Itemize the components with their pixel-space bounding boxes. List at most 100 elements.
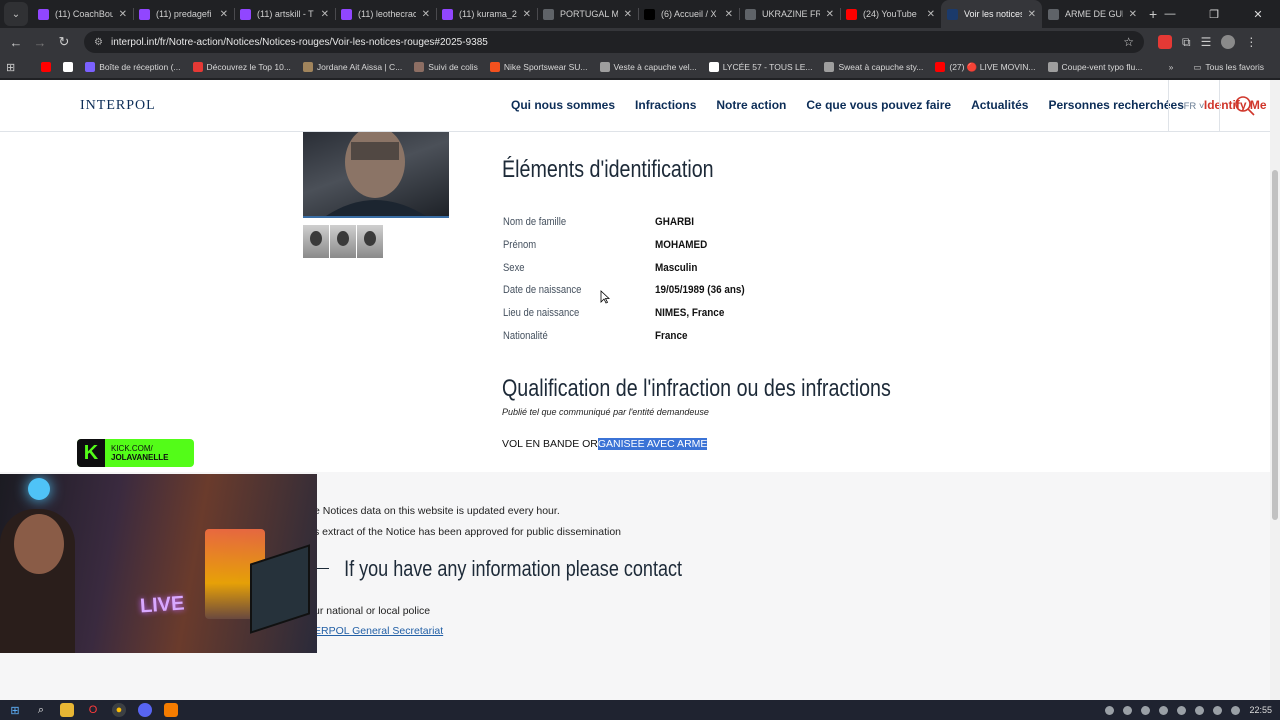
opera-gx-icon[interactable]: O <box>86 703 100 717</box>
bookmark-label: Suivi de colis <box>428 62 478 72</box>
page-scrollbar[interactable] <box>1270 80 1280 700</box>
tray-icon[interactable] <box>1195 705 1205 715</box>
language-selector[interactable]: FR ˅ <box>1168 80 1220 132</box>
bookmark-item[interactable]: Découvrez le Top 10... <box>187 62 297 73</box>
back-button[interactable]: ← <box>4 35 28 50</box>
bookmark-item[interactable] <box>35 62 57 73</box>
police-note: ur national or local police <box>314 605 431 617</box>
app-icon[interactable] <box>164 703 178 717</box>
maximize-button[interactable]: ❐ <box>1192 8 1236 21</box>
bookmark-item[interactable]: Nike Sportswear SU... <box>484 62 594 73</box>
close-tab-icon[interactable]: ✕ <box>624 9 632 20</box>
tab-title: (11) artskill - T <box>257 9 314 19</box>
browser-tab[interactable]: (11) CoachBou ✕ <box>32 0 133 28</box>
bookmark-item[interactable]: Jordane Ait Aissa | C... <box>297 62 408 73</box>
photo-thumbnail[interactable] <box>303 225 329 258</box>
search-icon[interactable] <box>1234 95 1256 117</box>
wanted-person-photo[interactable] <box>303 132 449 218</box>
profile-avatar[interactable] <box>1221 35 1236 49</box>
windows-start-icon[interactable]: ⊞ <box>8 703 22 717</box>
apps-grid-icon[interactable]: ⊞ <box>6 61 15 74</box>
browser-tab[interactable]: UKRAZINE FRA ✕ <box>739 0 840 28</box>
chrome-icon <box>1048 8 1059 20</box>
tray-icon[interactable] <box>1105 705 1115 715</box>
bookmark-item[interactable]: (27) 🔴 LIVE MOVIN... <box>929 62 1041 73</box>
bookmark-item[interactable] <box>57 62 79 73</box>
clock[interactable]: 22:55 <box>1249 705 1272 715</box>
general-secretariat-link[interactable]: ERPOL General Secretariat <box>314 625 443 637</box>
tray-icon[interactable] <box>1177 705 1187 715</box>
close-tab-icon[interactable]: ✕ <box>220 9 228 20</box>
nav-item-infractions[interactable]: Infractions <box>635 98 696 112</box>
all-bookmarks-button[interactable]: ▭ Tous les favoris <box>1187 62 1270 73</box>
photo-thumbnail[interactable] <box>330 225 356 258</box>
close-tab-icon[interactable]: ✕ <box>422 9 430 20</box>
browser-tab[interactable]: (6) Accueil / X ✕ <box>638 0 739 28</box>
tray-icon[interactable] <box>1231 705 1241 715</box>
scrollbar-thumb[interactable] <box>1272 170 1278 520</box>
person-photo-image <box>326 132 426 216</box>
tray-icon[interactable] <box>1141 705 1151 715</box>
extension-icon[interactable] <box>1158 35 1172 49</box>
bookmark-item[interactable]: Boîte de réception (... <box>79 62 186 73</box>
close-tab-icon[interactable]: ✕ <box>826 9 834 20</box>
browser-tab[interactable]: Voir les notices ✕ <box>941 0 1042 28</box>
browser-menu-icon[interactable]: ⋮ <box>1245 35 1257 49</box>
close-tab-icon[interactable]: ✕ <box>1028 9 1036 20</box>
search-icon[interactable]: ⌕ <box>34 703 48 717</box>
extensions-puzzle-icon[interactable]: ⧉ <box>1182 35 1191 50</box>
close-tab-icon[interactable]: ✕ <box>725 9 733 20</box>
browser-tab[interactable]: (11) artskill - T ✕ <box>234 0 335 28</box>
reading-list-icon[interactable]: ☰ <box>1201 35 1212 49</box>
tray-icon[interactable] <box>1213 705 1223 715</box>
photo-thumbnail[interactable] <box>357 225 383 258</box>
tray-icon[interactable] <box>1159 705 1169 715</box>
browser-tab[interactable]: ARME DE GUE ✕ <box>1042 0 1143 28</box>
field-label: Nom de famille <box>503 216 567 229</box>
forward-button[interactable]: → <box>28 35 52 50</box>
close-tab-icon[interactable]: ✕ <box>1129 9 1137 20</box>
close-tab-icon[interactable]: ✕ <box>927 9 935 20</box>
bookmark-item[interactable]: Suivi de colis <box>408 62 484 73</box>
bookmark-label: LYCÉE 57 - TOUS LE... <box>722 62 813 72</box>
bookmark-item[interactable]: Veste à capuche vel... <box>594 62 703 73</box>
site-info-icon[interactable]: ⚙ <box>94 37 103 48</box>
nav-item-actualites[interactable]: Actualités <box>971 98 1028 112</box>
close-tab-icon[interactable]: ✕ <box>321 9 329 20</box>
youtube-icon <box>935 62 946 72</box>
nav-item-personnes-recherchees[interactable]: Personnes recherchées <box>1048 98 1183 112</box>
bookmark-item[interactable]: Sweat à capuche sty... <box>818 62 929 73</box>
chrome-icon[interactable]: ● <box>112 703 126 717</box>
main-nav: Qui nous sommes Infractions Notre action… <box>511 98 1270 112</box>
photo-thumbnails <box>303 225 383 258</box>
bookmark-item[interactable]: LYCÉE 57 - TOUS LE... <box>703 62 819 73</box>
file-explorer-icon[interactable] <box>60 703 74 717</box>
browser-tab[interactable]: (11) kurama_2 ✕ <box>436 0 537 28</box>
bookmark-star-icon[interactable]: ☆ <box>1123 35 1134 49</box>
more-bookmarks-icon[interactable]: » <box>1169 62 1174 72</box>
bookmarks-bar: ⊞ Boîte de réception (... Découvrez le To… <box>0 56 1280 78</box>
bookmark-item[interactable]: Coupe-vent typo flu... <box>1042 62 1149 73</box>
close-tab-icon[interactable]: ✕ <box>523 9 531 20</box>
minimize-button[interactable]: — <box>1148 8 1192 20</box>
tray-icon[interactable] <box>1123 705 1133 715</box>
kick-channel-badge: K KICK.COM/ JOLAVANELLE <box>77 439 194 467</box>
reload-button[interactable]: ↻ <box>52 34 76 50</box>
field-row: Sexe Masculin <box>503 256 755 279</box>
browser-tab[interactable]: (11) predagefi ✕ <box>133 0 234 28</box>
nav-item-ce-que-vous-pouvez-faire[interactable]: Ce que vous pouvez faire <box>806 98 951 112</box>
identification-heading: Éléments d'identification <box>502 156 714 183</box>
charges-heading: Qualification de l'infraction ou des inf… <box>502 375 891 402</box>
field-value: NIMES, France <box>655 307 725 320</box>
discord-icon[interactable] <box>138 703 152 717</box>
tab-search-button[interactable]: ⌄ <box>4 2 28 26</box>
browser-tab[interactable]: PORTUGAL MA ✕ <box>537 0 638 28</box>
address-bar[interactable]: ⚙ interpol.int/fr/Notre-action/Notices/N… <box>84 31 1144 53</box>
browser-tab[interactable]: (24) YouTube ✕ <box>840 0 941 28</box>
nav-item-qui-nous-sommes[interactable]: Qui nous sommes <box>511 98 615 112</box>
browser-tab[interactable]: (11) leothecrac ✕ <box>335 0 436 28</box>
close-tab-icon[interactable]: ✕ <box>119 9 127 20</box>
nav-item-notre-action[interactable]: Notre action <box>716 98 786 112</box>
interpol-logo[interactable]: INTERPOL <box>80 98 156 114</box>
close-window-button[interactable]: ✕ <box>1236 8 1280 21</box>
